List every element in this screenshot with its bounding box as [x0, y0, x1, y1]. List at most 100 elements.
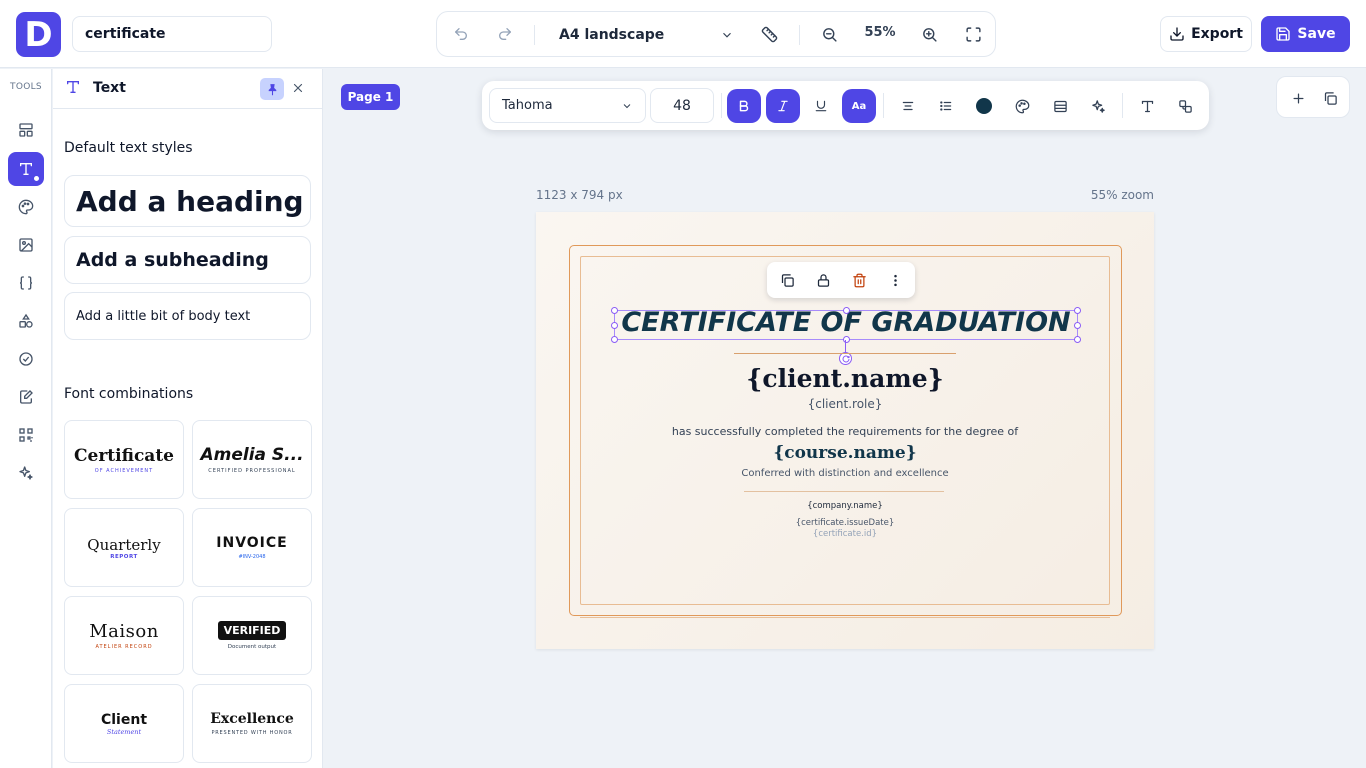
canvas-dimensions: 1123 x 794 px [536, 188, 623, 202]
variable-link-icon[interactable] [1168, 89, 1202, 123]
font-combo-card[interactable]: INVOICE #INV-2048 [192, 508, 312, 587]
ruler-icon[interactable] [755, 20, 783, 48]
font-combo-card[interactable]: VERIFIED Document output [192, 596, 312, 675]
export-label: Export [1191, 26, 1243, 42]
combo-sub-text: REPORT [110, 553, 138, 560]
combo-main-text: Amelia S... [200, 445, 304, 465]
text-color-swatch[interactable] [967, 89, 1001, 123]
trash-icon[interactable] [847, 268, 871, 292]
add-page-icon[interactable] [1284, 84, 1312, 112]
save-button[interactable]: Save [1261, 16, 1350, 52]
add-subheading-button[interactable]: Add a subheading [64, 236, 311, 284]
lock-icon[interactable] [811, 268, 835, 292]
font-combo-card[interactable]: Certificate OF ACHIEVEMENT [64, 420, 184, 499]
list-icon[interactable] [929, 89, 963, 123]
resize-handle[interactable] [1074, 322, 1081, 329]
redo-icon[interactable] [491, 20, 519, 48]
combo-main-text: Certificate [73, 445, 174, 466]
duplicate-page-icon[interactable] [1316, 84, 1344, 112]
divider [883, 93, 884, 118]
page-actions [1276, 76, 1350, 118]
add-body-text-button[interactable]: Add a little bit of body text [64, 292, 311, 340]
layout-icon[interactable] [8, 113, 44, 147]
divider-line [744, 491, 944, 492]
combo-main-text: Quarterly [87, 535, 161, 554]
divider [799, 25, 800, 45]
rail-title: TOOLS [10, 82, 42, 92]
tools-rail: TOOLS [0, 69, 52, 768]
shapes-icon[interactable] [8, 304, 44, 338]
app-logo[interactable]: D [16, 12, 61, 57]
font-combo-card[interactable]: Excellence PRESENTED WITH HONOR [192, 684, 312, 763]
table-icon[interactable] [1043, 89, 1077, 123]
add-heading-button[interactable]: Add a heading [64, 175, 311, 227]
sparkles-icon[interactable] [1081, 89, 1115, 123]
font-combo-card[interactable]: Client Statement [64, 684, 184, 763]
palette-icon[interactable] [8, 190, 44, 224]
combo-main-text: VERIFIED [217, 621, 287, 640]
combo-sub-text: #INV-2048 [238, 554, 266, 560]
top-header: D A4 landscape 55% Export [0, 0, 1366, 68]
font-combo-card[interactable]: Quarterly REPORT [64, 508, 184, 587]
document-name-input[interactable] [72, 16, 272, 52]
page-tab[interactable]: Page 1 [341, 84, 400, 110]
font-size-input[interactable]: 48 [650, 88, 714, 123]
zoom-level: 55% [864, 25, 896, 40]
issue-date-text[interactable]: {certificate.issueDate} [536, 518, 1154, 528]
close-icon[interactable] [291, 81, 305, 95]
copy-icon[interactable] [775, 268, 799, 292]
client-role-text[interactable]: {client.role} [536, 397, 1154, 411]
resize-handle[interactable] [611, 336, 618, 343]
image-icon[interactable] [8, 228, 44, 262]
check-circle-icon[interactable] [8, 342, 44, 376]
chevron-down-icon [623, 103, 631, 108]
undo-icon[interactable] [447, 20, 475, 48]
course-name-text[interactable]: {course.name} [536, 443, 1154, 463]
more-vertical-icon[interactable] [883, 268, 907, 292]
resize-handle[interactable] [611, 322, 618, 329]
font-combo-card[interactable]: Amelia S... CERTIFIED PROFESSIONAL [192, 420, 312, 499]
export-button[interactable]: Export [1160, 16, 1252, 52]
certificate-page[interactable]: CERTIFICATE OF GRADUATION {client.name} … [536, 212, 1154, 649]
font-family-select[interactable]: Tahoma [489, 88, 646, 123]
page-size-select[interactable]: A4 landscape [559, 22, 734, 48]
company-name-text[interactable]: {company.name} [536, 501, 1154, 511]
combo-main-text: Excellence [210, 711, 294, 727]
fullscreen-icon[interactable] [959, 20, 987, 48]
certificate-id-text[interactable]: {certificate.id} [536, 529, 1154, 539]
align-center-icon[interactable] [891, 89, 925, 123]
format-toolbar: Tahoma 48 Aa [482, 81, 1209, 130]
font-combo-card[interactable]: Maison ATELIER RECORD [64, 596, 184, 675]
underline-icon[interactable] [804, 89, 838, 123]
resize-handle[interactable] [611, 307, 618, 314]
resize-handle[interactable] [843, 307, 850, 314]
chevron-down-icon [723, 32, 731, 38]
zoom-out-icon[interactable] [815, 20, 843, 48]
qr-code-icon[interactable] [8, 418, 44, 452]
text-tool-icon[interactable] [8, 152, 44, 186]
resize-handle[interactable] [1074, 336, 1081, 343]
signature-icon[interactable] [8, 380, 44, 414]
text-type-icon[interactable] [1130, 89, 1164, 123]
default-styles-title: Default text styles [64, 140, 193, 156]
italic-icon[interactable] [766, 89, 800, 123]
sparkles-icon[interactable] [8, 456, 44, 490]
zoom-in-icon[interactable] [915, 20, 943, 48]
client-name-text[interactable]: {client.name} [536, 364, 1154, 393]
code-braces-icon[interactable] [8, 266, 44, 300]
text-case-button[interactable]: Aa [842, 89, 876, 123]
active-dot [33, 175, 40, 182]
resize-handle[interactable] [1074, 307, 1081, 314]
palette-icon[interactable] [1005, 89, 1039, 123]
font-family-value: Tahoma [502, 98, 553, 113]
pin-icon[interactable] [260, 78, 284, 100]
canvas-zoom-label: 55% zoom [1090, 188, 1154, 202]
bold-icon[interactable] [727, 89, 761, 123]
conferred-text[interactable]: Conferred with distinction and excellenc… [536, 468, 1154, 479]
combo-main-text: INVOICE [216, 535, 288, 551]
combo-sub-text: CERTIFIED PROFESSIONAL [208, 468, 296, 474]
combo-sub-text: ATELIER RECORD [95, 644, 153, 650]
combo-sub-text: PRESENTED WITH HONOR [211, 730, 293, 736]
description-text[interactable]: has successfully completed the requireme… [536, 425, 1154, 438]
divider [534, 25, 535, 45]
